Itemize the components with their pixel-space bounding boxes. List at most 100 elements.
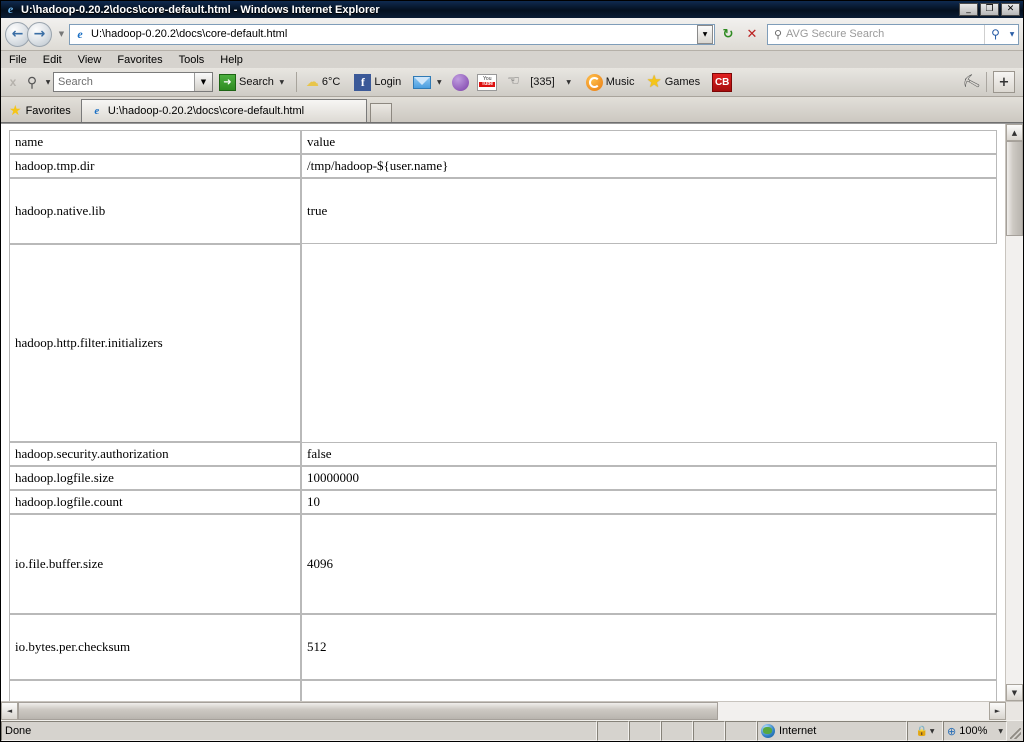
table-row: hadoop.http.filter.initializers (9, 244, 997, 442)
status-slot-1 (597, 721, 629, 741)
scrollbar-corner (1006, 702, 1023, 720)
table-row: hadoop.tmp.dir /tmp/hadoop-${user.name} (9, 154, 997, 178)
search-go-icon[interactable]: ⚲ (984, 24, 1006, 44)
search-placeholder: AVG Secure Search (786, 28, 885, 40)
avg-close-icon[interactable]: x (5, 75, 21, 89)
avg-youtube-button[interactable]: You Tube (477, 73, 498, 91)
avg-search-button-caret-icon[interactable]: ▼ (277, 79, 287, 86)
cell-value: 4096 (301, 514, 997, 614)
page-viewport: name value hadoop.tmp.dir /tmp/hadoop-${… (1, 124, 1005, 701)
refresh-button[interactable]: ↻ (717, 23, 739, 45)
scroll-up-button[interactable]: ▲ (1006, 124, 1023, 141)
avg-weather-button[interactable]: ☁ 6°C (306, 75, 340, 90)
protected-mode-indicator[interactable]: 🔒 ▼ (907, 721, 943, 741)
avg-toolbar-right: ⛏ + (960, 71, 1019, 93)
avg-orb-button[interactable] (452, 73, 470, 91)
horizontal-scroll-thumb[interactable] (18, 702, 718, 720)
wrench-icon[interactable]: ⛏ (960, 71, 983, 93)
internet-globe-icon (761, 724, 775, 738)
new-tab-button[interactable] (369, 103, 392, 122)
scroll-right-button[interactable]: ► (989, 702, 1006, 720)
stop-button[interactable]: ✕ (741, 23, 763, 45)
address-dropdown-icon[interactable]: ▼ (697, 24, 713, 44)
avg-logo-icon[interactable]: ⚲ (21, 74, 43, 91)
recent-pages-caret-icon[interactable]: ▼ (56, 22, 67, 47)
menu-view[interactable]: View (78, 54, 102, 66)
maximize-button[interactable]: ❐ (980, 3, 999, 16)
security-zone[interactable]: Internet (757, 721, 907, 741)
address-input[interactable]: e U:\hadoop-0.20.2\docs\core-default.htm… (69, 23, 715, 45)
mail-caret-icon[interactable]: ▼ (434, 79, 444, 86)
zoom-control[interactable]: ⊕ 100% ▼ (943, 721, 1007, 741)
menu-help[interactable]: Help (220, 54, 243, 66)
cell-name: hadoop.tmp.dir (9, 154, 301, 178)
ie-logo-icon: e (7, 2, 14, 16)
tab-label: U:\hadoop-0.20.2\docs\core-default.html (107, 105, 305, 117)
scroll-down-button[interactable]: ▼ (1006, 684, 1023, 701)
table-body: name value hadoop.tmp.dir /tmp/hadoop-${… (9, 130, 997, 701)
configuration-table: name value hadoop.tmp.dir /tmp/hadoop-${… (9, 130, 997, 701)
minimize-button[interactable]: _ (959, 3, 978, 16)
facebook-login-label: Login (374, 76, 402, 88)
favorites-button[interactable]: ★ Favorites (7, 100, 79, 122)
page-content: name value hadoop.tmp.dir /tmp/hadoop-${… (1, 124, 1005, 701)
cell-name (9, 680, 301, 701)
favorites-star-icon: ★ (9, 103, 22, 119)
page-area: name value hadoop.tmp.dir /tmp/hadoop-${… (1, 123, 1023, 701)
add-toolbar-button[interactable]: + (993, 71, 1015, 93)
vertical-scroll-thumb[interactable] (1006, 141, 1023, 236)
youtube-bottom-text: Tube (479, 81, 496, 87)
cell-value (301, 680, 997, 701)
vertical-scrollbar[interactable]: ▲ ▼ (1005, 124, 1023, 701)
resize-grip[interactable] (1007, 721, 1023, 741)
avg-mail-button[interactable]: ▼ (413, 75, 444, 89)
menu-tools[interactable]: Tools (179, 54, 205, 66)
toolbar-separator-2 (986, 72, 987, 92)
search-input[interactable]: ⚲ AVG Secure Search ⚲ ▼ (767, 23, 1019, 45)
avg-search-dropdown-icon[interactable]: ▼ (194, 73, 212, 91)
avg-toolbar: x ⚲ ▼ Search ▼ ➜ Search ▼ ☁ 6°C f Login … (1, 68, 1023, 97)
avg-search-button[interactable]: ➜ Search ▼ (219, 73, 287, 91)
cell-name: io.bytes.per.checksum (9, 614, 301, 680)
horizontal-scrollbar[interactable]: ◄ ► (1, 701, 1023, 720)
cell-value: true (301, 178, 997, 244)
avg-facebook-button[interactable]: f Login (354, 73, 402, 91)
avg-music-button[interactable]: Music (585, 73, 634, 91)
lock-icon: 🔒 (915, 725, 928, 737)
status-slot-4 (693, 721, 725, 741)
avg-notifications-button[interactable]: ☜ [335] ▼ (507, 73, 573, 91)
cell-value (301, 244, 997, 442)
title-bar: e U:\hadoop-0.20.2\docs\core-default.htm… (1, 1, 1023, 18)
browser-window: e U:\hadoop-0.20.2\docs\core-default.htm… (0, 0, 1024, 742)
notifications-caret-icon[interactable]: ▼ (564, 79, 574, 86)
cell-name: hadoop.logfile.count (9, 490, 301, 514)
cell-name: io.file.buffer.size (9, 514, 301, 614)
close-button[interactable]: ✕ (1001, 3, 1020, 16)
games-star-icon: ★ (646, 71, 662, 92)
avg-search-input[interactable]: Search ▼ (53, 72, 213, 92)
horizontal-scroll-track[interactable] (18, 702, 989, 720)
avg-search-button-label: Search (239, 76, 274, 88)
tab-core-default[interactable]: e U:\hadoop-0.20.2\docs\core-default.htm… (80, 99, 367, 122)
forward-button[interactable]: → (27, 21, 52, 47)
status-slot-5 (725, 721, 757, 741)
vertical-scroll-track[interactable] (1006, 141, 1023, 684)
menu-edit[interactable]: Edit (43, 54, 62, 66)
menu-favorites[interactable]: Favorites (117, 54, 162, 66)
zoom-caret-icon[interactable]: ▼ (998, 728, 1003, 735)
search-provider-caret-icon[interactable]: ▼ (1006, 25, 1018, 44)
zoom-level: 100% (959, 725, 988, 737)
avg-logo-caret-icon[interactable]: ▼ (43, 79, 53, 86)
table-row: hadoop.logfile.size 10000000 (9, 466, 997, 490)
protected-mode-caret-icon[interactable]: ▼ (930, 728, 935, 735)
table-row: hadoop.logfile.count 10 (9, 490, 997, 514)
cb-icon: CB (712, 72, 733, 92)
avg-games-button[interactable]: ★ Games (646, 71, 700, 92)
avg-cb-button[interactable]: CB (712, 72, 733, 92)
avg-search-placeholder: Search (58, 76, 93, 88)
window-title: U:\hadoop-0.20.2\docs\core-default.html … (21, 3, 380, 16)
table-row (9, 680, 997, 701)
scroll-left-button[interactable]: ◄ (1, 702, 18, 720)
cell-value: 512 (301, 614, 997, 680)
menu-file[interactable]: File (9, 54, 27, 66)
